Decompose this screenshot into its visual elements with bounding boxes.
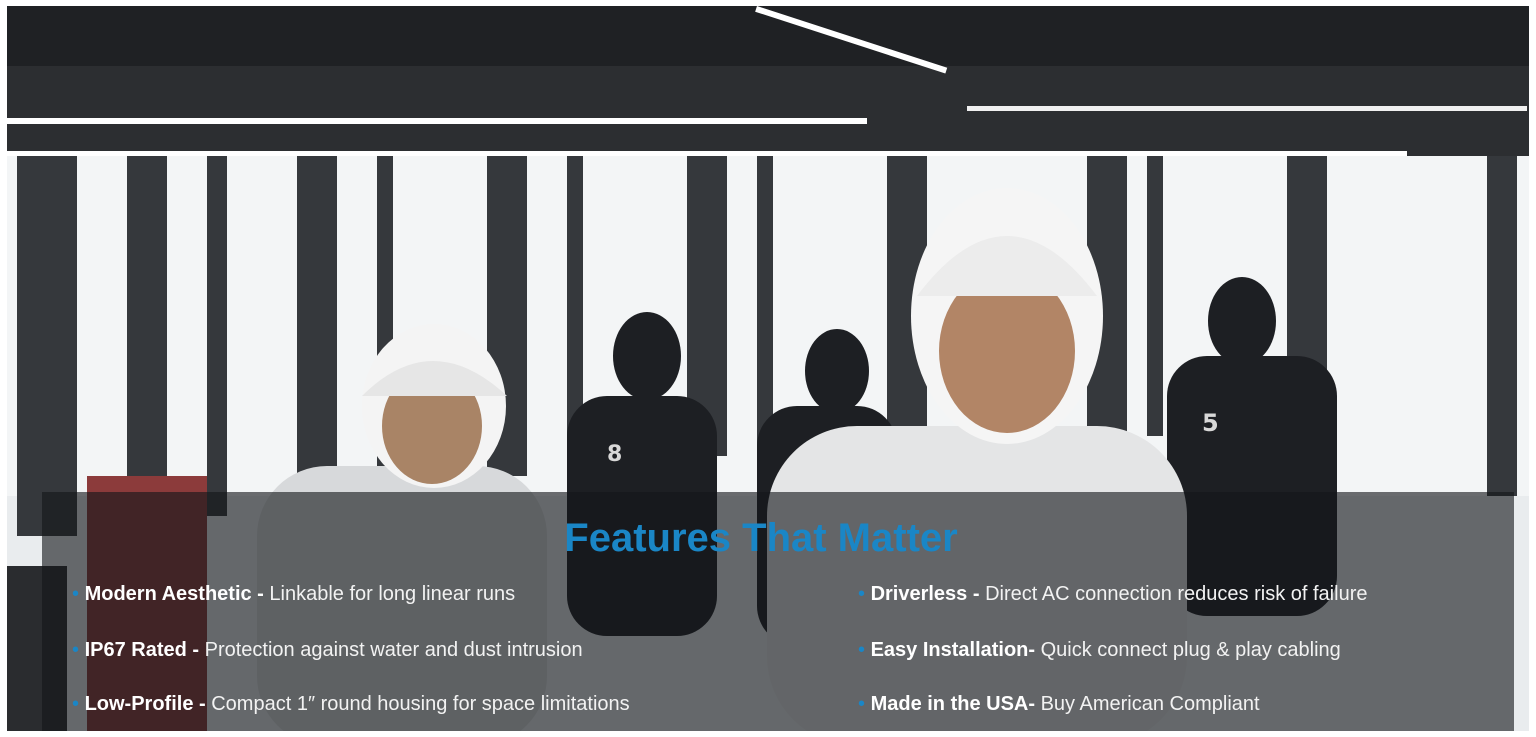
features-heading: Features That Matter bbox=[564, 516, 958, 560]
svg-text:5: 5 bbox=[1202, 409, 1219, 437]
svg-text:8: 8 bbox=[607, 442, 622, 467]
hero-banner: 8 1 5 Features That Matter bbox=[0, 0, 1536, 737]
